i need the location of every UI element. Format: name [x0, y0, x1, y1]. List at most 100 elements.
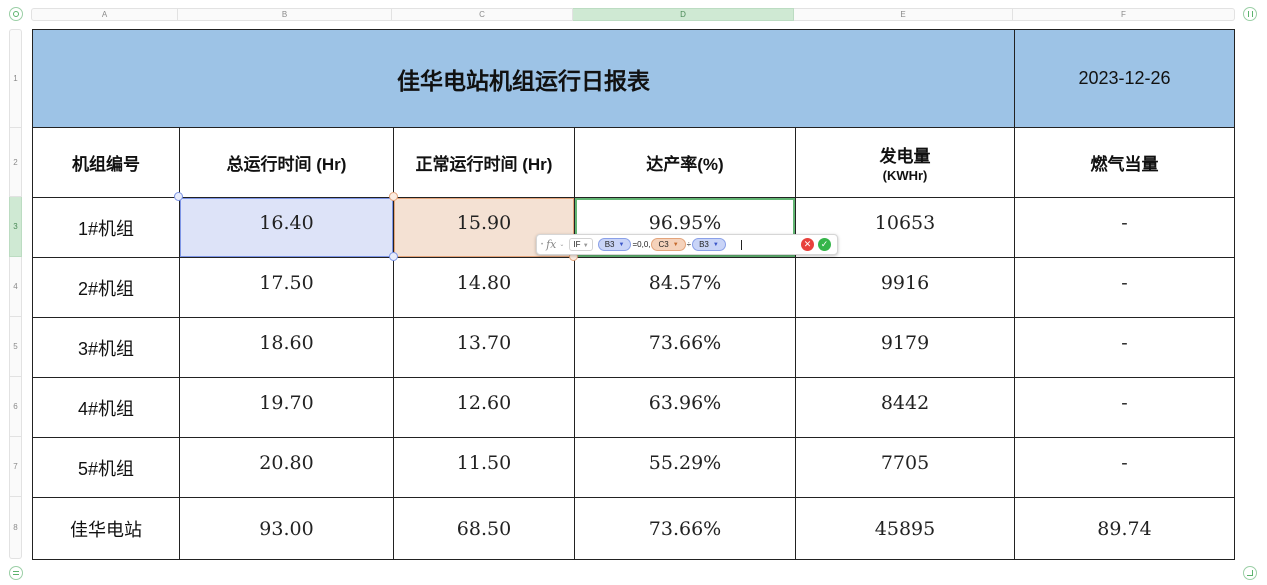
- table-options-icon[interactable]: [9, 7, 23, 21]
- function-token[interactable]: IF ▼: [569, 238, 593, 251]
- add-column-icon[interactable]: [1243, 7, 1257, 21]
- checkmark-icon: ✓: [820, 239, 829, 249]
- cell-unit[interactable]: 1#机组: [32, 197, 180, 258]
- chevron-down-icon: ▼: [582, 243, 589, 249]
- cell-value: 73.66%: [648, 517, 722, 540]
- cell-total[interactable]: 19.70: [179, 377, 394, 438]
- formula-editor[interactable]: • fx ⌄ IF ▼ B3 ▼ =0,0, C3 ▼ ÷ B3 ▼ ✕ ✓: [536, 234, 838, 255]
- cell-rate[interactable]: 73.66%: [574, 317, 796, 378]
- cell-value: 55.29%: [648, 451, 722, 474]
- cell-value: -: [1121, 211, 1128, 234]
- row-header-2[interactable]: 2: [9, 128, 22, 197]
- cell-gas[interactable]: -: [1014, 377, 1235, 438]
- cell-gas[interactable]: 89.74: [1014, 497, 1235, 560]
- add-row-icon[interactable]: [9, 566, 23, 580]
- cell-normal[interactable]: 68.50: [393, 497, 575, 560]
- drag-handle-icon: •: [541, 241, 544, 248]
- row-header-5[interactable]: 5: [9, 317, 22, 377]
- cell-normal[interactable]: 13.70: [393, 317, 575, 378]
- table-row: 5#机组 20.80 11.50 55.29% 7705 -: [32, 437, 1235, 498]
- formula-operator: ÷: [686, 240, 692, 249]
- cell-unit[interactable]: 佳华电站: [32, 497, 180, 560]
- row-header-7[interactable]: 7: [9, 437, 22, 497]
- formula-text[interactable]: =0,0,: [632, 240, 650, 249]
- row-header-1[interactable]: 1: [9, 29, 22, 128]
- header-normal-hours[interactable]: 正常运行时间 (Hr): [393, 127, 575, 198]
- reference-token-b3[interactable]: B3 ▼: [597, 238, 632, 251]
- header-output-unit: (KWHr): [882, 168, 928, 183]
- cell-total-b3[interactable]: 16.40: [179, 197, 394, 258]
- cell-unit[interactable]: 4#机组: [32, 377, 180, 438]
- header-rate[interactable]: 达产率(%): [574, 127, 796, 198]
- chevron-down-icon: ▼: [672, 241, 679, 248]
- cell-gas[interactable]: -: [1014, 317, 1235, 378]
- cell-unit[interactable]: 5#机组: [32, 437, 180, 498]
- row-header-8[interactable]: 8: [9, 497, 22, 559]
- header-gas[interactable]: 燃气当量: [1014, 127, 1235, 198]
- cell-unit[interactable]: 3#机组: [32, 317, 180, 378]
- cell-output[interactable]: 7705: [795, 437, 1015, 498]
- cell-total[interactable]: 18.60: [179, 317, 394, 378]
- range-handle-b3-top[interactable]: [174, 192, 183, 201]
- cell-value: 14.80: [456, 271, 512, 294]
- column-header-f[interactable]: F: [1013, 8, 1235, 21]
- cell-value: -: [1121, 391, 1128, 414]
- header-total-hours[interactable]: 总运行时间 (Hr): [179, 127, 394, 198]
- cell-value: -: [1121, 271, 1128, 294]
- resize-table-icon[interactable]: [1243, 566, 1257, 580]
- cell-output[interactable]: 45895: [795, 497, 1015, 560]
- cell-gas[interactable]: -: [1014, 437, 1235, 498]
- title-row: 佳华电站机组运行日报表 2023-12-26: [32, 29, 1235, 128]
- column-header-bar: A B C D E F: [31, 8, 1235, 21]
- cell-value: 11.50: [456, 451, 512, 474]
- column-header-d[interactable]: D: [573, 8, 794, 21]
- row-header-3[interactable]: 3: [9, 197, 22, 257]
- range-handle-c3-top[interactable]: [389, 192, 398, 201]
- accept-formula-button[interactable]: ✓: [818, 238, 831, 251]
- cell-normal[interactable]: 11.50: [393, 437, 575, 498]
- cell-rate[interactable]: 84.57%: [574, 257, 796, 318]
- report-date: 2023-12-26: [1078, 68, 1171, 88]
- cell-value: 9179: [880, 331, 930, 354]
- text-cursor: [740, 239, 742, 250]
- cell-output[interactable]: 8442: [795, 377, 1015, 438]
- close-icon: ✕: [803, 239, 812, 249]
- cell-gas[interactable]: -: [1014, 197, 1235, 258]
- cell-gas[interactable]: -: [1014, 257, 1235, 318]
- cell-value: 68.50: [456, 517, 512, 540]
- reference-token-b3[interactable]: B3 ▼: [692, 238, 726, 251]
- column-header-a[interactable]: A: [31, 8, 178, 21]
- column-header-b[interactable]: B: [178, 8, 392, 21]
- column-header-e[interactable]: E: [794, 8, 1013, 21]
- cell-rate[interactable]: 55.29%: [574, 437, 796, 498]
- cell-value: 18.60: [259, 331, 314, 354]
- cell-output[interactable]: 9916: [795, 257, 1015, 318]
- row-header-bar: 1 2 3 4 5 6 7 8: [9, 29, 22, 559]
- cell-rate[interactable]: 73.66%: [574, 497, 796, 560]
- cell-total[interactable]: 17.50: [179, 257, 394, 318]
- cell-output[interactable]: 9179: [795, 317, 1015, 378]
- cell-unit[interactable]: 2#机组: [32, 257, 180, 318]
- header-row: 机组编号 总运行时间 (Hr) 正常运行时间 (Hr) 达产率(%) 发电量 (K…: [32, 127, 1235, 198]
- range-handle-b3-bottom[interactable]: [389, 252, 398, 261]
- formula-menu[interactable]: • fx ⌄: [541, 238, 564, 251]
- row-header-4[interactable]: 4: [9, 257, 22, 317]
- reference-token-c3[interactable]: C3 ▼: [651, 238, 686, 251]
- header-output[interactable]: 发电量 (KWHr): [795, 127, 1015, 198]
- date-cell[interactable]: 2023-12-26: [1014, 29, 1235, 128]
- cell-total[interactable]: 93.00: [179, 497, 394, 560]
- title-cell[interactable]: 佳华电站机组运行日报表: [32, 29, 1015, 128]
- cell-normal[interactable]: 14.80: [393, 257, 575, 318]
- chevron-down-icon: ⌄: [559, 242, 565, 248]
- cell-rate[interactable]: 63.96%: [574, 377, 796, 438]
- cancel-formula-button[interactable]: ✕: [801, 238, 814, 251]
- cell-value: 73.66%: [648, 331, 722, 354]
- report-table: 佳华电站机组运行日报表 2023-12-26 机组编号 总运行时间 (Hr) 正…: [32, 29, 1235, 560]
- cell-normal[interactable]: 12.60: [393, 377, 575, 438]
- cell-total[interactable]: 20.80: [179, 437, 394, 498]
- cell-value: -: [1121, 331, 1128, 354]
- column-header-c[interactable]: C: [392, 8, 573, 21]
- table-row: 4#机组 19.70 12.60 63.96% 8442 -: [32, 377, 1235, 438]
- header-unit[interactable]: 机组编号: [32, 127, 180, 198]
- row-header-6[interactable]: 6: [9, 377, 22, 437]
